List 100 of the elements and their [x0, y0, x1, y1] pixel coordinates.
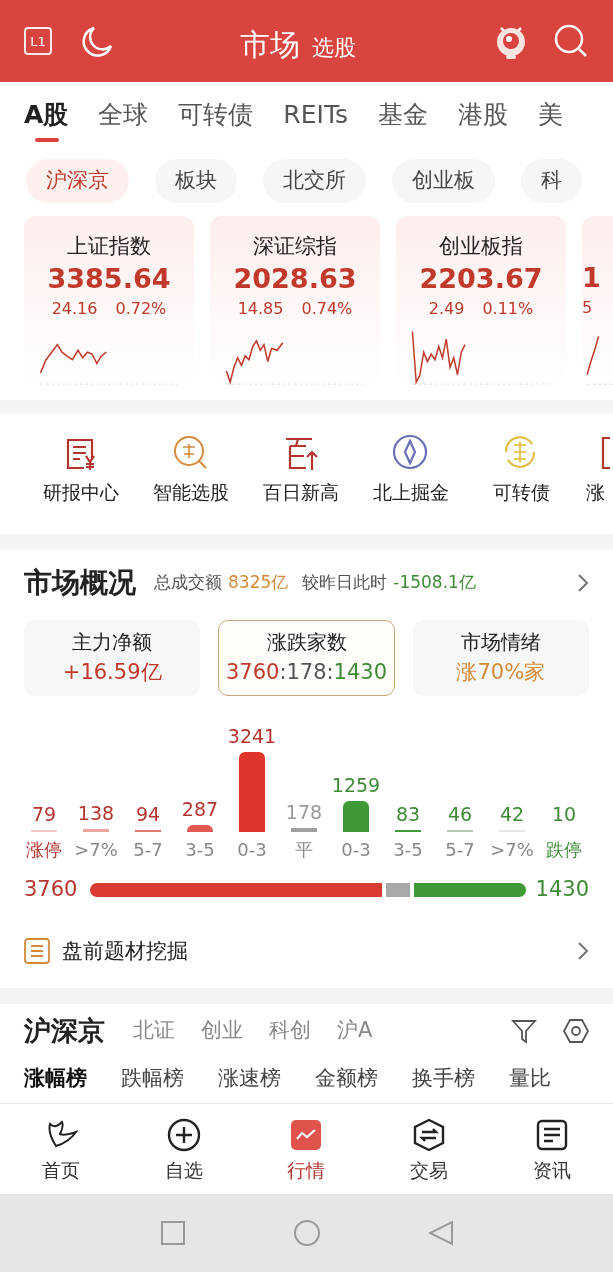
market-filter[interactable]: 北证 [133, 1015, 175, 1047]
ranking-tab[interactable]: 涨速榜 [218, 1063, 281, 1095]
index-percent: 0.74% [301, 298, 353, 320]
ranking-tab[interactable]: 跌幅榜 [121, 1063, 184, 1095]
up-total: 3760 [24, 876, 79, 903]
index-change: 24.16 [51, 298, 98, 320]
stock-picker-tab[interactable]: 选股 [312, 31, 356, 64]
circle-icon[interactable] [293, 1220, 320, 1246]
index-value: 2203.67 [419, 262, 543, 296]
down-total: 1430 [535, 876, 589, 903]
stat-card[interactable]: 主力净额 +16.59亿 [24, 620, 201, 696]
shortcut-button[interactable]: 研报中心 [36, 434, 126, 534]
shortcut-button[interactable]: 涨 [586, 434, 613, 534]
bar-label: >7% [74, 838, 118, 862]
shortcut-label: 可转债 [492, 480, 550, 505]
bar-count: 79 [31, 802, 57, 826]
level-badge[interactable]: L1 [24, 27, 52, 55]
shortcut-button[interactable]: 百日新高 [256, 434, 346, 534]
compare-label: 较昨日此时 [302, 571, 388, 595]
market-filter[interactable]: 沪A [337, 1015, 373, 1047]
shortcut-label: 百日新高 [263, 480, 339, 505]
nav-tab[interactable]: 资讯 [490, 1104, 613, 1194]
index-card[interactable]: 创业板指 2203.67 2.49 0.11% [396, 216, 566, 386]
market-filter[interactable]: 科创 [269, 1015, 311, 1047]
nav-tab[interactable]: 首页 [0, 1104, 123, 1194]
market-chip[interactable]: 板块 [155, 159, 237, 203]
bar-label: 3-5 [185, 838, 215, 862]
market-chip[interactable]: 沪深京 [26, 159, 129, 203]
stat-card[interactable]: 市场情绪 涨70%家 [412, 620, 589, 696]
market-chip[interactable]: 北交所 [263, 159, 366, 203]
settings-icon[interactable] [563, 1018, 589, 1044]
stat-value: 涨70%家 [456, 659, 546, 687]
index-card[interactable]: 1 5 [582, 216, 613, 386]
bar-count: 83 [395, 802, 421, 826]
market-chip[interactable]: 科 [521, 159, 582, 203]
ranking-tab[interactable]: 换手榜 [412, 1063, 475, 1095]
square-icon[interactable] [159, 1220, 186, 1246]
market-tab[interactable]: 全球 [98, 98, 149, 142]
bar-label: 跌停 [546, 838, 582, 862]
page-title: 市场 [240, 26, 300, 64]
market-tab[interactable]: 港股 [458, 98, 509, 142]
stat-card[interactable]: 涨跌家数 3760:178:1430 [218, 620, 395, 696]
index-card[interactable]: 上证指数 3385.64 24.16 0.72% [24, 216, 194, 386]
index-percent: 0.72% [115, 298, 167, 320]
section-title: 市场概况 [24, 565, 136, 601]
shortcut-button[interactable]: 可转债 [476, 434, 566, 534]
index-percent: 0.11% [482, 298, 534, 320]
nav-tab[interactable]: 交易 [367, 1104, 491, 1194]
ranking-tab[interactable]: 涨幅榜 [24, 1063, 87, 1095]
shortcut-label: 智能选股 [153, 480, 229, 505]
bar-count: 1259 [331, 773, 381, 797]
market-filter[interactable]: 创业 [201, 1015, 243, 1047]
market-tab[interactable]: REITs [283, 98, 349, 142]
bar-count: 138 [77, 801, 115, 825]
index-card[interactable]: 深证综指 2028.63 14.85 0.74% [210, 216, 380, 386]
bar-count: 94 [135, 802, 161, 826]
stat-label: 主力净额 [72, 629, 153, 657]
section-title: 沪深京 [24, 1013, 105, 1048]
market-tab[interactable]: 可转债 [178, 98, 254, 142]
list-icon [24, 938, 50, 965]
turnover-label: 总成交额 [154, 571, 222, 595]
ranking-tab[interactable]: 量比 [509, 1063, 551, 1095]
topic-link[interactable]: 盘前题材挖掘 [24, 935, 589, 967]
filter-icon[interactable] [511, 1018, 537, 1044]
tab-indicator [35, 138, 59, 142]
index-change: 2.49 [428, 298, 465, 320]
shortcut-button[interactable]: 北上掘金 [366, 434, 456, 534]
shortcut-button[interactable]: 智能选股 [146, 434, 236, 534]
bar-label: 3-5 [393, 838, 423, 862]
exchange-icon [412, 1118, 447, 1152]
ranking-tab[interactable]: 金额榜 [315, 1063, 378, 1095]
back-triangle-icon[interactable] [427, 1220, 454, 1246]
bar-label: 平 [295, 838, 313, 862]
market-chip[interactable]: 创业板 [392, 159, 495, 203]
bar-label: 0-3 [237, 838, 267, 862]
index-change: 14.85 [237, 298, 284, 320]
bar-count: 178 [285, 800, 323, 824]
bracket-icon [600, 434, 612, 472]
compare-value: -1508.1亿 [393, 571, 476, 595]
bar-label: 涨停 [26, 838, 62, 862]
nav-tab[interactable]: 行情 [245, 1104, 368, 1194]
shortcut-label: 涨 [586, 480, 605, 505]
market-tab[interactable]: 美 [538, 98, 564, 142]
trend-chart-icon [289, 1118, 324, 1152]
market-tab[interactable]: A股 [24, 98, 69, 142]
moon-icon[interactable] [80, 24, 114, 58]
index-value: 1 [582, 260, 601, 295]
bar-count: 42 [499, 802, 525, 826]
nav-tab[interactable]: 自选 [122, 1104, 246, 1194]
search-icon[interactable] [553, 23, 589, 59]
index-change: 5 [582, 296, 593, 319]
bar-label: 5-7 [445, 838, 475, 862]
market-tab[interactable]: 基金 [378, 98, 429, 142]
shortcut-label: 研报中心 [43, 480, 119, 505]
index-value: 2028.63 [233, 262, 357, 296]
bar-count: 3241 [227, 724, 277, 748]
index-name: 深证综指 [253, 233, 337, 260]
shortcut-label: 北上掘金 [373, 480, 449, 505]
chevron-right-icon [577, 941, 589, 962]
plus-circle-icon [166, 1118, 201, 1152]
